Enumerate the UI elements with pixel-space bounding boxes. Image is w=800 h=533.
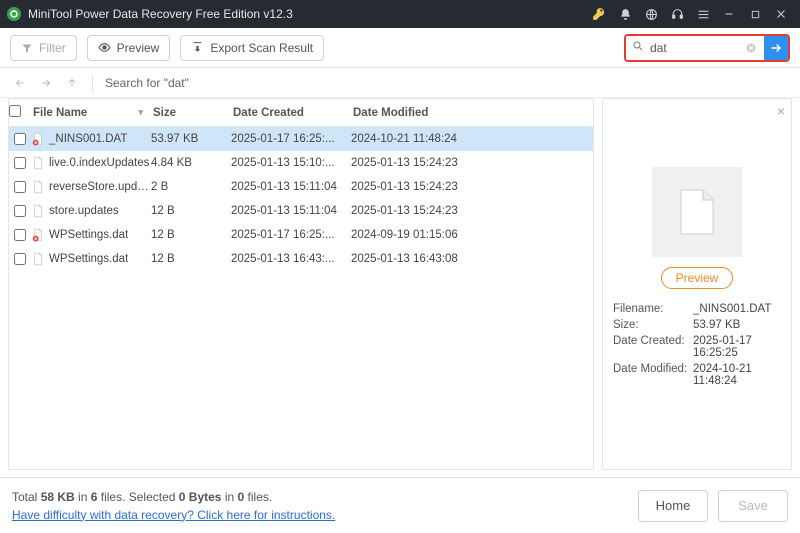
- file-name: reverseStore.upda...: [49, 181, 151, 193]
- meta-created-val: 2025-01-17 16:25:25: [693, 335, 781, 359]
- file-size: 12 B: [151, 253, 231, 265]
- file-size: 2 B: [151, 181, 231, 193]
- file-created: 2025-01-13 15:11:04: [231, 205, 351, 217]
- close-icon[interactable]: [768, 0, 794, 28]
- nav-forward-icon[interactable]: [38, 75, 54, 91]
- row-checkbox[interactable]: [9, 133, 31, 145]
- clear-search-icon[interactable]: [742, 39, 760, 57]
- file-icon: [31, 156, 45, 170]
- file-modified: 2025-01-13 15:24:23: [351, 205, 501, 217]
- file-created: 2025-01-17 16:25:...: [231, 229, 351, 241]
- export-label: Export Scan Result: [210, 41, 313, 55]
- file-created: 2025-01-13 16:43:...: [231, 253, 351, 265]
- sort-indicator-icon: ▾: [138, 107, 143, 118]
- minimize-icon[interactable]: [716, 0, 742, 28]
- file-name: WPSettings.dat: [49, 253, 128, 265]
- select-all-checkbox[interactable]: [9, 105, 31, 120]
- file-size: 12 B: [151, 205, 231, 217]
- file-name: store.updates: [49, 205, 119, 217]
- home-button[interactable]: Home: [638, 490, 708, 522]
- file-created: 2025-01-17 16:25:...: [231, 133, 351, 145]
- table-row[interactable]: WPSettings.dat 12 B2025-01-13 16:43:...20…: [9, 247, 593, 271]
- nav-back-icon[interactable]: [12, 75, 28, 91]
- open-preview-button[interactable]: Preview: [661, 267, 734, 289]
- col-created[interactable]: Date Created: [231, 107, 351, 119]
- toolbar: Filter Preview Export Scan Result: [0, 28, 800, 68]
- preview-label: Preview: [117, 41, 160, 55]
- filter-label: Filter: [39, 41, 66, 55]
- breadcrumb-text: Search for "dat": [105, 76, 189, 90]
- breadcrumb-bar: Search for "dat": [0, 68, 800, 98]
- row-checkbox[interactable]: [9, 181, 31, 193]
- row-checkbox[interactable]: [9, 157, 31, 169]
- col-modified[interactable]: Date Modified: [351, 107, 501, 119]
- file-size: 53.97 KB: [151, 133, 231, 145]
- export-button[interactable]: Export Scan Result: [180, 35, 324, 61]
- headset-icon[interactable]: [664, 0, 690, 28]
- table-row[interactable]: store.updates 12 B2025-01-13 15:11:042025…: [9, 199, 593, 223]
- col-size[interactable]: Size: [151, 107, 231, 119]
- preview-pane: × Preview Filename:_NINS001.DAT Size:53.…: [602, 98, 792, 470]
- file-modified: 2025-01-13 15:24:23: [351, 181, 501, 193]
- meta-created-key: Date Created:: [613, 335, 693, 359]
- file-icon: [31, 228, 45, 242]
- file-modified: 2024-10-21 11:48:24: [351, 133, 501, 145]
- search-go-button[interactable]: [764, 36, 788, 60]
- file-icon: [31, 180, 45, 194]
- meta-modified-key: Date Modified:: [613, 363, 693, 387]
- help-link[interactable]: Have difficulty with data recovery? Clic…: [12, 508, 335, 522]
- license-key-icon[interactable]: [586, 0, 612, 28]
- nav-up-icon[interactable]: [64, 75, 80, 91]
- row-checkbox[interactable]: [9, 229, 31, 241]
- main-area: File Name ▾ Size Date Created Date Modifi…: [0, 98, 800, 478]
- file-list-header: File Name ▾ Size Date Created Date Modifi…: [9, 99, 593, 127]
- file-size: 4.84 KB: [151, 157, 231, 169]
- search-box: [624, 34, 790, 62]
- file-modified: 2024-09-19 01:15:06: [351, 229, 501, 241]
- preview-button[interactable]: Preview: [87, 35, 171, 61]
- file-created: 2025-01-13 15:10:...: [231, 157, 351, 169]
- maximize-icon[interactable]: [742, 0, 768, 28]
- row-checkbox[interactable]: [9, 205, 31, 217]
- meta-size-key: Size:: [613, 319, 693, 331]
- file-icon: [31, 252, 45, 266]
- title-bar: MiniTool Power Data Recovery Free Editio…: [0, 0, 800, 28]
- table-row[interactable]: live.0.indexUpdates4.84 KB2025-01-13 15:…: [9, 151, 593, 175]
- preview-thumbnail: [652, 167, 742, 257]
- file-rows: _NINS001.DAT53.97 KB2025-01-17 16:25:...…: [9, 127, 593, 469]
- meta-filename-val: _NINS001.DAT: [693, 303, 781, 315]
- stats-text: Total 58 KB in 6 files. Selected 0 Bytes…: [12, 490, 335, 504]
- search-input[interactable]: [648, 36, 738, 60]
- file-icon: [31, 204, 45, 218]
- file-name: _NINS001.DAT: [49, 133, 127, 145]
- file-created: 2025-01-13 15:11:04: [231, 181, 351, 193]
- table-row[interactable]: _NINS001.DAT 53.97 KB2025-01-17 16:25:...…: [9, 127, 593, 151]
- file-modified: 2025-01-13 16:43:08: [351, 253, 501, 265]
- meta-filename-key: Filename:: [613, 303, 693, 315]
- file-name: WPSettings.dat: [49, 229, 128, 241]
- table-row[interactable]: reverseStore.upda...2 B2025-01-13 15:11:…: [9, 175, 593, 199]
- file-name: live.0.indexUpdates: [49, 157, 149, 169]
- app-logo: [6, 6, 22, 22]
- status-bar: Total 58 KB in 6 files. Selected 0 Bytes…: [0, 477, 800, 533]
- file-modified: 2025-01-13 15:24:23: [351, 157, 501, 169]
- bell-icon[interactable]: [612, 0, 638, 28]
- save-button[interactable]: Save: [718, 490, 788, 522]
- filter-button[interactable]: Filter: [10, 35, 77, 61]
- col-filename[interactable]: File Name: [33, 107, 87, 119]
- close-preview-icon[interactable]: ×: [777, 103, 785, 119]
- search-icon: [632, 40, 644, 55]
- window-title: MiniTool Power Data Recovery Free Editio…: [28, 7, 293, 21]
- file-list-pane: File Name ▾ Size Date Created Date Modifi…: [8, 98, 594, 470]
- meta-modified-val: 2024-10-21 11:48:24: [693, 363, 781, 387]
- menu-icon[interactable]: [690, 0, 716, 28]
- globe-icon[interactable]: [638, 0, 664, 28]
- row-checkbox[interactable]: [9, 253, 31, 265]
- table-row[interactable]: WPSettings.dat 12 B2025-01-17 16:25:...20…: [9, 223, 593, 247]
- file-icon: [31, 132, 45, 146]
- file-size: 12 B: [151, 229, 231, 241]
- meta-size-val: 53.97 KB: [693, 319, 781, 331]
